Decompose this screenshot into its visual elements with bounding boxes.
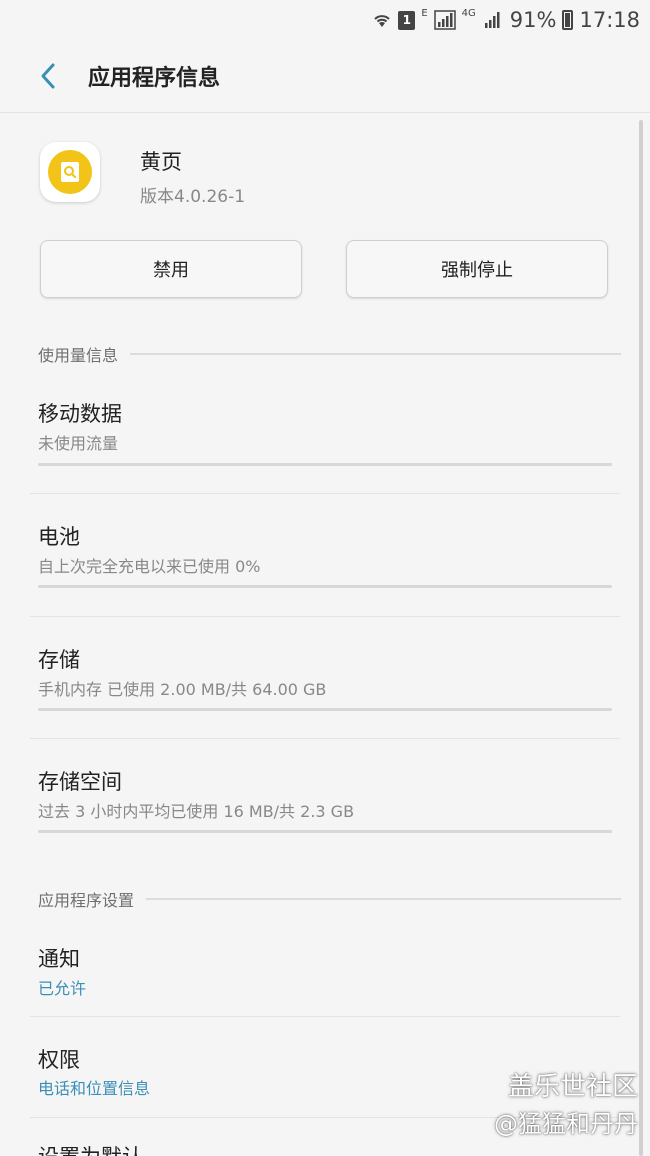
sim-slot-icon: 1 [398, 10, 416, 30]
network-4g-label: 4G [461, 8, 476, 19]
list-item-mobile-data[interactable]: 移动数据 未使用流量 [0, 380, 650, 493]
list-item-storage[interactable]: 存储 手机内存 已使用 2.00 MB/共 64.00 GB [0, 626, 650, 739]
usage-bar [38, 585, 612, 588]
divider [30, 616, 620, 617]
app-version: 版本4.0.26-1 [140, 187, 246, 207]
usage-section-header: 使用量信息 [38, 342, 621, 366]
item-title: 设置为默认 [38, 1141, 143, 1156]
usage-bar [38, 708, 612, 711]
list-item-notifications[interactable]: 通知 已允许 [0, 925, 650, 1016]
item-title: 移动数据 [38, 402, 122, 426]
section-divider [146, 898, 621, 900]
yellow-pages-icon [40, 142, 100, 202]
wifi-icon [372, 11, 392, 29]
signal-icon-2 [482, 10, 504, 30]
usage-bar [38, 830, 612, 833]
item-subtitle: 已允许 [38, 979, 87, 998]
app-bar: 应用程序信息 [0, 40, 650, 113]
battery-percent: 91% [509, 8, 557, 32]
battery-icon [562, 10, 574, 30]
item-subtitle: 自上次完全充电以来已使用 0% [38, 557, 261, 576]
item-subtitle: 电话和位置信息 [38, 1079, 151, 1098]
signal-icon [433, 10, 456, 30]
item-subtitle: 过去 3 小时内平均已使用 16 MB/共 2.3 GB [38, 802, 355, 821]
disable-button[interactable]: 禁用 [40, 240, 302, 298]
watermark-line2: @猛猛和丹丹 [494, 1110, 638, 1138]
network-e-label: E [421, 8, 428, 19]
divider [30, 493, 620, 494]
status-bar: 1 E 4G 91% 17:18 [0, 0, 650, 40]
page-title: 应用程序信息 [88, 66, 221, 91]
item-title: 电池 [38, 525, 80, 549]
list-item-battery[interactable]: 电池 自上次完全充电以来已使用 0% [0, 503, 650, 616]
divider [30, 738, 620, 739]
watermark-line1: 盖乐世社区 [507, 1072, 638, 1102]
force-stop-button[interactable]: 强制停止 [346, 240, 608, 298]
clock: 17:18 [579, 8, 640, 32]
item-title: 存储 [38, 648, 80, 672]
chevron-left-icon [41, 63, 55, 89]
divider [30, 1016, 620, 1017]
app-name: 黄页 [140, 150, 182, 174]
app-header: 黄页 版本4.0.26-1 [40, 142, 245, 207]
scrollbar[interactable] [639, 120, 643, 1156]
item-title: 通知 [38, 947, 80, 971]
section-header-label: 应用程序设置 [38, 891, 135, 910]
section-divider [130, 353, 621, 355]
item-title: 权限 [38, 1048, 80, 1072]
section-header-label: 使用量信息 [38, 346, 119, 365]
item-subtitle: 手机内存 已使用 2.00 MB/共 64.00 GB [38, 680, 327, 699]
item-subtitle: 未使用流量 [38, 434, 119, 453]
list-item-memory[interactable]: 存储空间 过去 3 小时内平均已使用 16 MB/共 2.3 GB [0, 748, 650, 861]
settings-section-header: 应用程序设置 [38, 887, 621, 911]
back-button[interactable] [30, 58, 66, 94]
usage-bar [38, 463, 612, 466]
item-title: 存储空间 [38, 770, 122, 794]
